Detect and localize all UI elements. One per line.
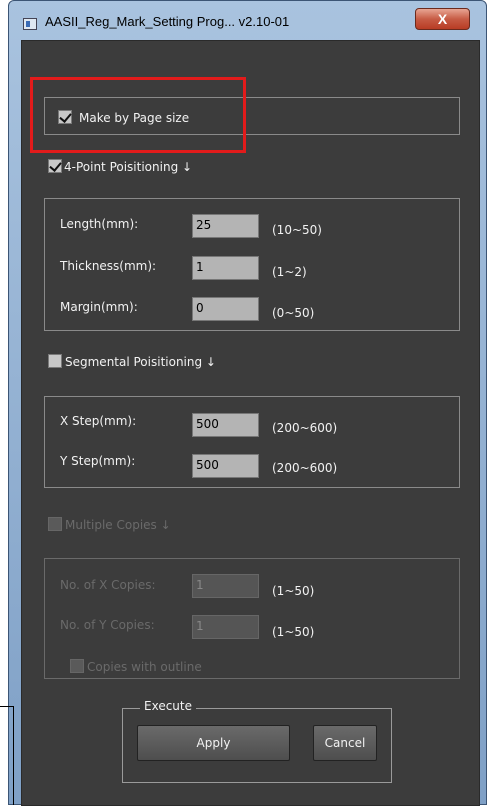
segmental-checkbox[interactable] bbox=[48, 354, 62, 368]
margin-input[interactable]: 0 bbox=[192, 297, 259, 321]
external-border-line-vertical bbox=[13, 706, 14, 805]
external-border-line bbox=[0, 706, 14, 707]
thickness-label: Thickness(mm): bbox=[60, 259, 157, 273]
multiple-copies-label: Multiple Copies ↓ bbox=[65, 518, 171, 532]
segmental-label: Segmental Poisitioning ↓ bbox=[65, 355, 216, 369]
dialog-client-area: Make by Page size 4-Point Poisitioning ↓… bbox=[21, 40, 480, 806]
x-copies-range: (1~50) bbox=[272, 584, 315, 598]
length-range: (10~50) bbox=[272, 223, 322, 237]
x-copies-input[interactable]: 1 bbox=[192, 574, 259, 598]
cancel-button[interactable]: Cancel bbox=[313, 725, 377, 761]
copies-outline-checkbox[interactable] bbox=[70, 659, 84, 673]
margin-label: Margin(mm): bbox=[60, 300, 138, 314]
app-icon bbox=[23, 18, 37, 30]
annotation-highlight-box bbox=[30, 77, 246, 153]
four-point-checkbox[interactable] bbox=[48, 159, 62, 173]
multiple-copies-checkbox[interactable] bbox=[48, 517, 62, 531]
length-label: Length(mm): bbox=[60, 217, 139, 231]
title-bar[interactable]: AASII_Reg_Mark_Setting Prog... v2.10-01 … bbox=[9, 1, 486, 39]
x-step-input[interactable]: 500 bbox=[192, 413, 259, 437]
x-step-range: (200~600) bbox=[272, 421, 338, 435]
window-title: AASII_Reg_Mark_Setting Prog... v2.10-01 bbox=[45, 14, 290, 29]
thickness-range: (1~2) bbox=[272, 265, 307, 279]
y-copies-label: No. of Y Copies: bbox=[60, 618, 155, 632]
y-copies-range: (1~50) bbox=[272, 625, 315, 639]
four-point-label: 4-Point Poisitioning ↓ bbox=[64, 160, 193, 174]
y-step-range: (200~600) bbox=[272, 461, 338, 475]
length-input[interactable]: 25 bbox=[192, 214, 259, 238]
copies-outline-label: Copies with outline bbox=[87, 660, 202, 674]
y-step-input[interactable]: 500 bbox=[192, 454, 259, 478]
y-copies-input[interactable]: 1 bbox=[192, 615, 259, 639]
close-button[interactable]: X bbox=[415, 8, 470, 30]
y-step-label: Y Step(mm): bbox=[60, 454, 136, 468]
margin-range: (0~50) bbox=[272, 306, 315, 320]
thickness-input[interactable]: 1 bbox=[192, 256, 259, 280]
execute-group-label: Execute bbox=[140, 699, 196, 713]
apply-button[interactable]: Apply bbox=[137, 725, 290, 761]
x-step-label: X Step(mm): bbox=[60, 414, 137, 428]
x-copies-label: No. of X Copies: bbox=[60, 578, 156, 592]
